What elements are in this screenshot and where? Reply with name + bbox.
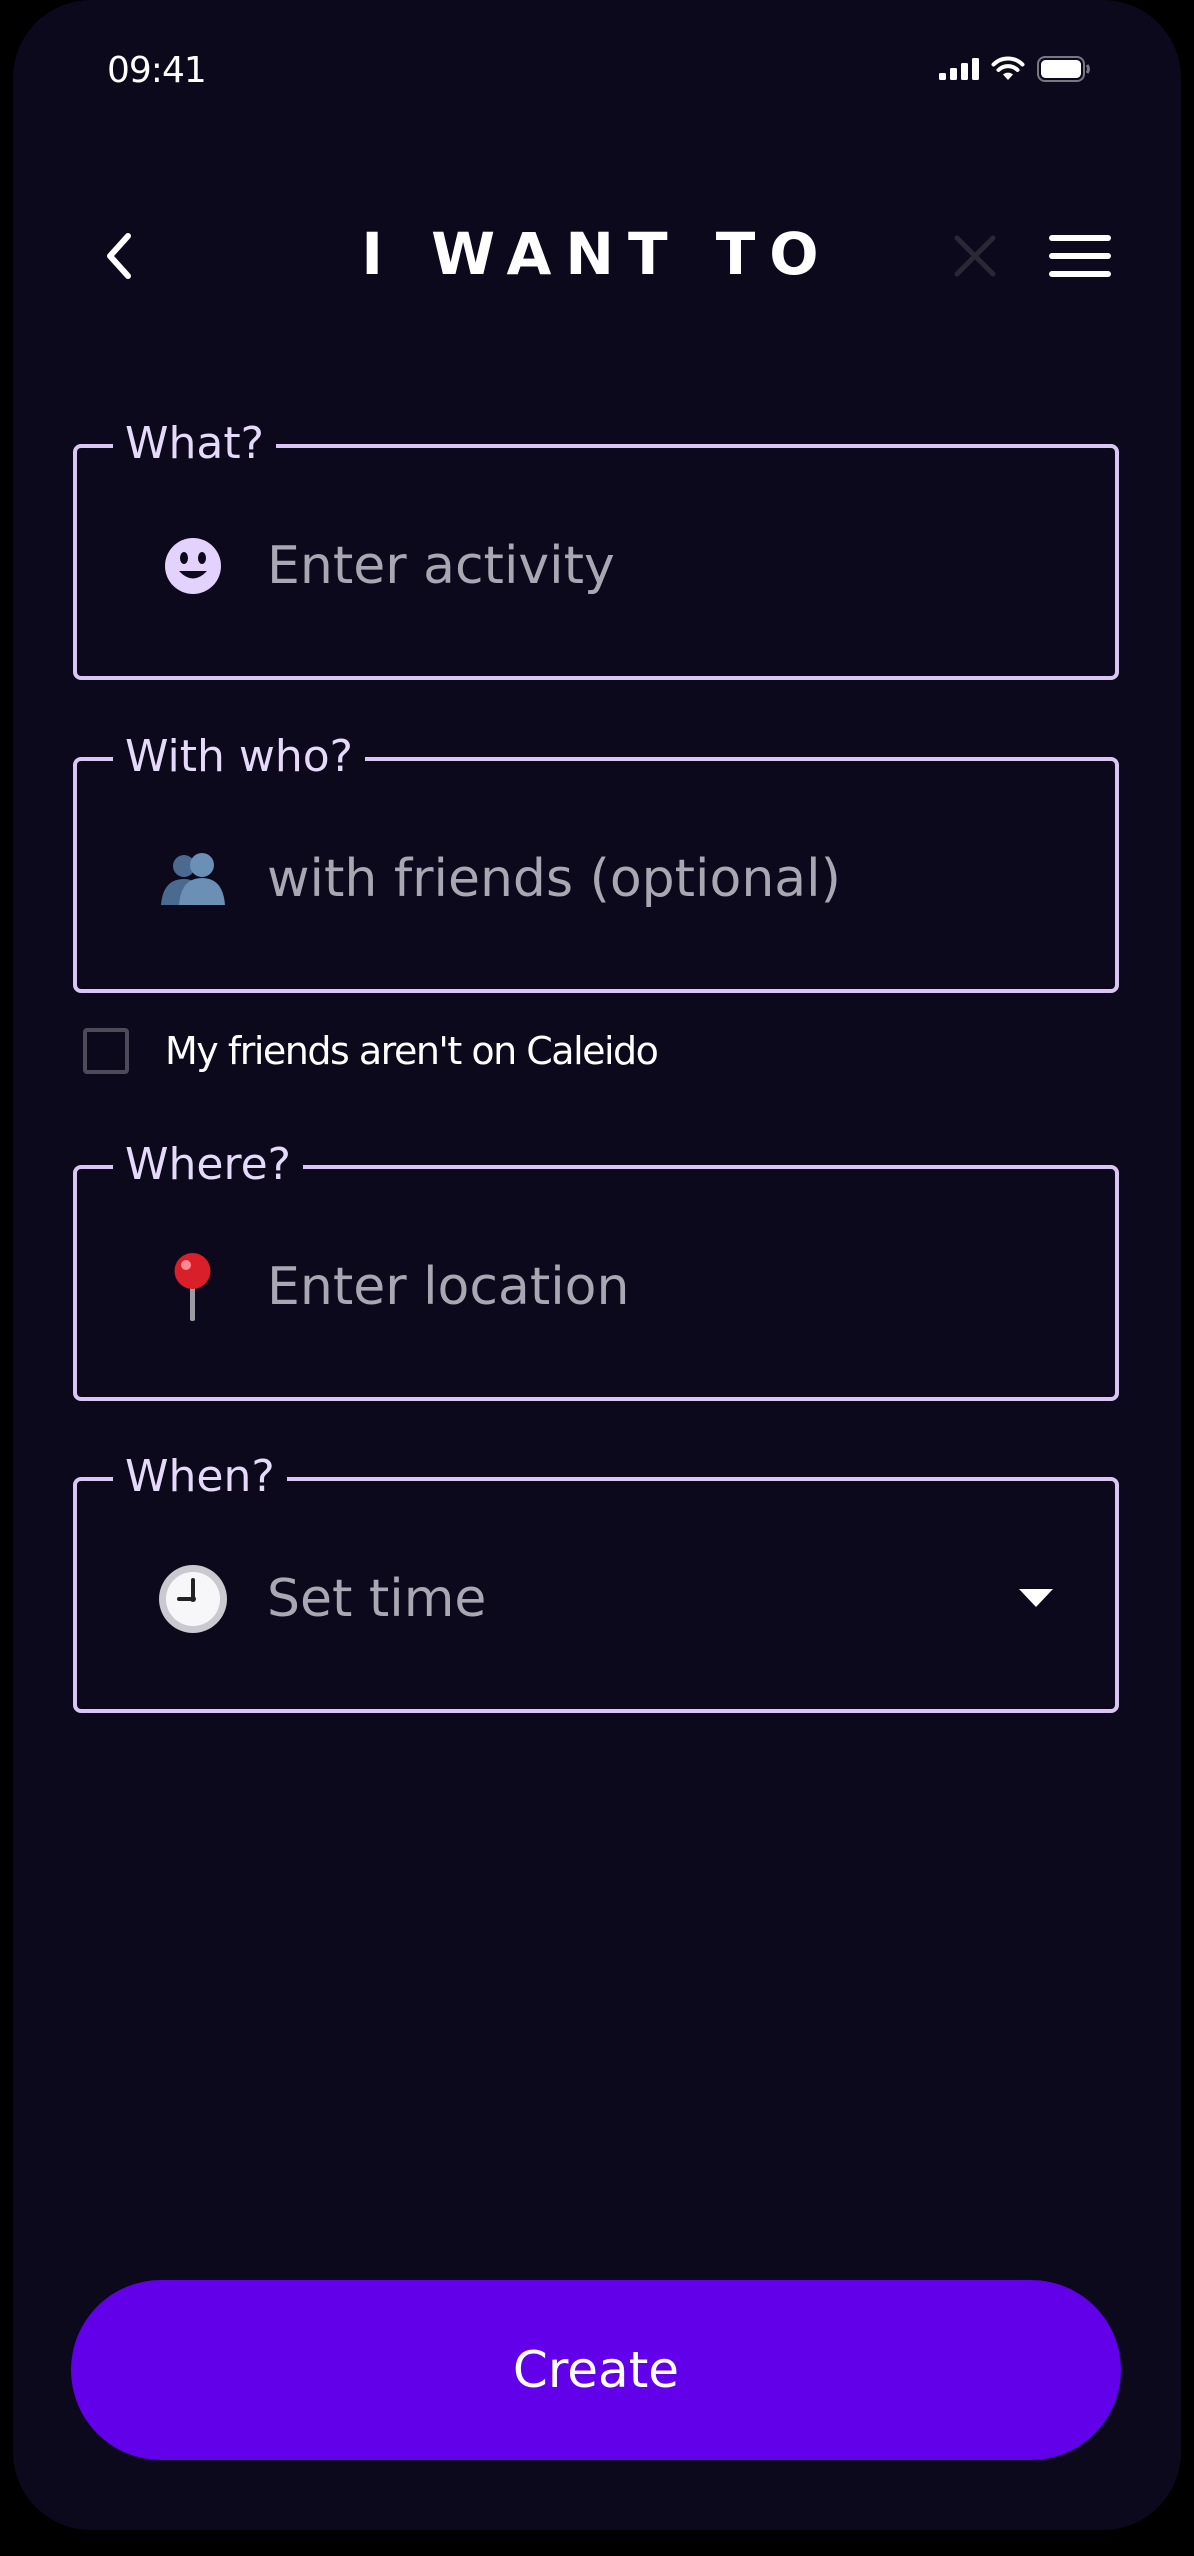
hamburger-menu-icon: [1049, 235, 1111, 277]
clock-icon: [157, 1563, 229, 1635]
dropdown-arrow-icon[interactable]: [1019, 1589, 1053, 1607]
close-icon: [954, 235, 996, 277]
friends-field-label: With who?: [113, 731, 366, 783]
friends-field[interactable]: With who? with friends (optional): [73, 731, 1119, 993]
location-input[interactable]: Enter location: [267, 1257, 629, 1317]
wifi-icon: [991, 56, 1025, 80]
time-select[interactable]: Set time: [267, 1569, 486, 1629]
time-field-label: When?: [113, 1451, 287, 1503]
smiley-face-icon: [157, 530, 229, 602]
activity-field-label: What?: [113, 418, 276, 470]
location-field-label: Where?: [113, 1139, 304, 1191]
friends-input[interactable]: with friends (optional): [267, 849, 841, 909]
cellular-signal-icon: [939, 58, 979, 80]
people-silhouette-icon: [157, 843, 229, 915]
status-time: 09:41: [107, 50, 207, 91]
activity-input[interactable]: Enter activity: [267, 536, 615, 596]
friends-not-on-caleido-checkbox[interactable]: [83, 1028, 129, 1074]
create-button[interactable]: Create: [71, 2280, 1121, 2460]
friends-not-on-caleido-label: My friends aren't on Caleido: [165, 1029, 659, 1073]
phone-screen: 09:41 I WANT TO What? Enter activity Wit…: [13, 0, 1181, 2530]
round-pushpin-icon: [157, 1251, 229, 1323]
friends-not-on-caleido-checkbox-row[interactable]: My friends aren't on Caleido: [83, 1028, 659, 1074]
battery-icon: [1037, 56, 1090, 82]
page-title: I WANT TO: [361, 220, 833, 288]
close-button[interactable]: [945, 226, 1005, 286]
status-icons: [939, 56, 1091, 82]
activity-field[interactable]: What? Enter activity: [73, 418, 1119, 680]
time-field[interactable]: When? Set time: [73, 1451, 1119, 1713]
menu-button[interactable]: [1045, 226, 1115, 286]
location-field[interactable]: Where? Enter location: [73, 1139, 1119, 1401]
